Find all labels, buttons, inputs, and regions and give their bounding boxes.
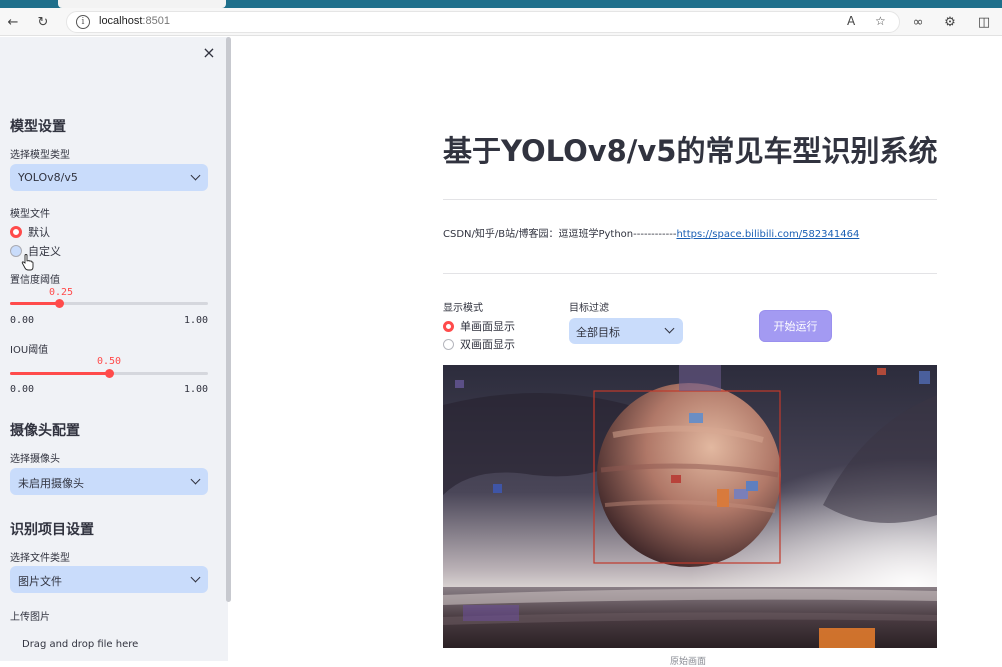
confidence-min: 0.00 bbox=[10, 315, 35, 326]
iou-label: IOU阈值 bbox=[10, 345, 49, 356]
model-file-label: 模型文件 bbox=[10, 209, 50, 220]
run-button[interactable]: 开始运行 bbox=[759, 310, 832, 342]
recognition-settings-heading: 识别项目设置 bbox=[10, 522, 94, 538]
confidence-slider-thumb[interactable] bbox=[55, 299, 64, 308]
space-scene-image bbox=[443, 365, 937, 648]
file-type-select[interactable]: 图片文件 bbox=[10, 566, 208, 593]
confidence-slider[interactable] bbox=[10, 299, 208, 308]
divider bbox=[443, 273, 937, 274]
iou-slider-thumb[interactable] bbox=[104, 369, 114, 378]
confidence-value: 0.25 bbox=[49, 287, 74, 298]
close-sidebar-icon[interactable]: × bbox=[200, 44, 218, 62]
chevron-down-icon bbox=[190, 474, 201, 485]
confidence-slider-fill bbox=[10, 302, 60, 305]
radio-custom[interactable]: 自定义 bbox=[10, 243, 61, 259]
model-type-label: 选择模型类型 bbox=[10, 150, 70, 161]
radio-single-view[interactable]: 单画面显示 bbox=[443, 319, 515, 333]
target-filter-value: 全部目标 bbox=[576, 326, 620, 339]
read-aloud-icon[interactable]: A bbox=[847, 14, 855, 28]
site-info-icon[interactable]: i bbox=[76, 15, 90, 29]
camera-select[interactable]: 未启用摄像头 bbox=[10, 468, 208, 495]
sidebar-scrollbar[interactable] bbox=[226, 37, 231, 602]
file-dropzone[interactable]: Drag and drop file here bbox=[22, 639, 138, 650]
radio-default[interactable]: 默认 bbox=[10, 224, 50, 240]
radio-off-icon[interactable] bbox=[443, 338, 454, 350]
radio-dual-view[interactable]: 双画面显示 bbox=[443, 337, 515, 351]
chevron-down-icon bbox=[664, 323, 675, 334]
target-filter-select[interactable]: 全部目标 bbox=[569, 318, 683, 344]
file-type-label: 选择文件类型 bbox=[10, 553, 70, 564]
camera-value: 未启用摄像头 bbox=[18, 477, 84, 490]
target-filter-label: 目标过滤 bbox=[569, 303, 609, 314]
radio-on-icon[interactable] bbox=[10, 226, 22, 238]
browser-tab[interactable] bbox=[58, 0, 226, 8]
iou-slider[interactable] bbox=[10, 369, 208, 378]
extensions-icon[interactable]: ⚙ bbox=[940, 12, 960, 32]
chevron-down-icon bbox=[190, 572, 201, 583]
bilibili-link[interactable]: https://space.bilibili.com/582341464 bbox=[676, 229, 859, 240]
video-frame bbox=[443, 365, 937, 648]
radio-dual-view-label: 双画面显示 bbox=[460, 338, 515, 351]
model-type-select[interactable]: YOLOv8/v5 bbox=[10, 164, 208, 191]
chevron-down-icon bbox=[190, 170, 201, 181]
address-bar[interactable]: i localhost:8501 A ☆ bbox=[66, 11, 900, 33]
camera-label: 选择摄像头 bbox=[10, 454, 60, 465]
confidence-label: 置信度阈值 bbox=[10, 275, 60, 286]
credit-line: CSDN/知乎/B站/博客园：逗逗班学Python------------htt… bbox=[443, 225, 859, 240]
iou-value: 0.50 bbox=[97, 356, 122, 367]
credit-text: CSDN/知乎/B站/博客园：逗逗班学Python------------ bbox=[443, 229, 677, 240]
model-settings-heading: 模型设置 bbox=[10, 119, 66, 135]
url-text: localhost:8501 bbox=[99, 15, 170, 27]
hand-cursor-icon bbox=[21, 254, 34, 271]
tab-strip bbox=[0, 0, 1002, 8]
radio-single-view-label: 单画面显示 bbox=[460, 320, 515, 333]
split-screen-icon[interactable]: ◫ bbox=[974, 12, 994, 32]
file-type-value: 图片文件 bbox=[18, 575, 62, 588]
iou-slider-fill bbox=[10, 372, 109, 375]
page-title: 基于YOLOv8/v5的常见车型识别系统 bbox=[443, 134, 938, 168]
confidence-max: 1.00 bbox=[184, 315, 209, 326]
reload-icon[interactable]: ↻ bbox=[33, 12, 53, 32]
browser-toolbar: ← ↻ i localhost:8501 A ☆ ∞ ⚙ ◫ bbox=[0, 8, 1002, 36]
model-type-value: YOLOv8/v5 bbox=[18, 171, 78, 184]
camera-settings-heading: 摄像头配置 bbox=[10, 423, 80, 439]
infinity-icon[interactable]: ∞ bbox=[908, 12, 928, 32]
back-icon[interactable]: ← bbox=[3, 12, 23, 32]
upload-label: 上传图片 bbox=[10, 612, 50, 623]
iou-max: 1.00 bbox=[184, 384, 209, 395]
iou-min: 0.00 bbox=[10, 384, 35, 395]
radio-on-icon[interactable] bbox=[443, 320, 454, 332]
display-mode-label: 显示模式 bbox=[443, 303, 483, 314]
divider bbox=[443, 199, 937, 200]
favorite-star-icon[interactable]: ☆ bbox=[875, 14, 886, 28]
radio-default-label: 默认 bbox=[28, 226, 50, 239]
